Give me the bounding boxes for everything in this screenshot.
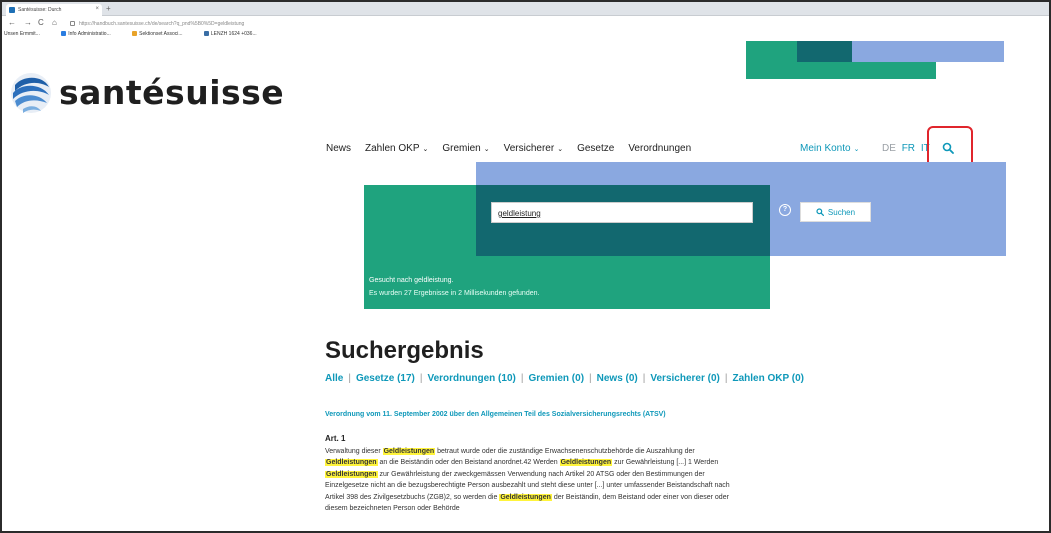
close-tab-icon[interactable]: ×	[95, 6, 99, 12]
result-title-link[interactable]: Verordnung vom 11. September 2002 über d…	[325, 410, 745, 419]
search-query-text: geldleistung	[498, 209, 541, 218]
filter-alle[interactable]: Alle	[325, 373, 343, 384]
account-menu[interactable]: Mein Konto ⌄	[800, 143, 859, 154]
site-logo[interactable]: santésuisse	[9, 69, 284, 115]
main-navigation: News Zahlen OKP ⌄ Gremien ⌄ Versicherer ⌄ G…	[326, 143, 705, 154]
nav-item-gesetze[interactable]: Gesetze	[577, 143, 614, 154]
bookmark-item[interactable]: Info Administratio...	[61, 31, 121, 37]
bookmark-item[interactable]: Sektionset Associ...	[132, 31, 192, 37]
page-title: Suchergebnis	[325, 337, 484, 364]
url-text: https://handbuch.santesuisse.ch/de/searc…	[79, 21, 245, 27]
url-field[interactable]: https://handbuch.santesuisse.ch/de/searc…	[70, 18, 770, 29]
lang-de[interactable]: DE	[882, 143, 896, 154]
search-status-query: Gesucht nach geldleistung.	[369, 277, 454, 284]
bookmark-icon	[61, 31, 67, 36]
chevron-down-icon: ⌄	[422, 146, 429, 153]
search-input[interactable]: geldleistung	[491, 202, 753, 223]
nav-item-zahlen-okp[interactable]: Zahlen OKP ⌄	[365, 143, 428, 154]
new-tab-button[interactable]: +	[106, 4, 111, 13]
decorative-block-blue	[852, 41, 1004, 62]
filter-verordnungen[interactable]: Verordnungen (10)	[427, 373, 515, 384]
chevron-down-icon: ⌄	[853, 146, 860, 153]
filter-gesetze[interactable]: Gesetze (17)	[356, 373, 415, 384]
bookmarks-bar: Unsen Ermmit... Info Administratio... Se…	[2, 31, 1049, 41]
highlight-term: Geldleistungen	[325, 470, 378, 478]
filter-news[interactable]: News (0)	[597, 373, 638, 384]
search-button-label: Suchen	[827, 207, 856, 217]
decorative-block-dark	[797, 41, 852, 62]
bookmark-item[interactable]: LENZH 1624 +036...	[203, 31, 267, 37]
back-icon[interactable]: ←	[8, 18, 16, 27]
search-button[interactable]: Suchen	[800, 202, 871, 222]
forward-icon[interactable]: →	[24, 18, 32, 27]
lock-icon	[70, 21, 75, 26]
search-icon[interactable]	[942, 142, 954, 154]
lang-fr[interactable]: FR	[902, 143, 915, 154]
result-article: Art. 1	[325, 434, 346, 443]
bookmark-icon	[203, 31, 209, 36]
search-status-count: Es wurden 27 Ergebnisse in 2 Millisekund…	[369, 290, 540, 297]
result-filters: Alle | Gesetze (17) | Verordnungen (10) | Grem…	[325, 373, 804, 384]
bookmark-icon	[132, 31, 138, 36]
logo-swirl-icon	[11, 73, 51, 113]
favicon-icon	[9, 7, 15, 13]
tab-bar: Santésuisse: Durch × +	[2, 2, 1049, 16]
bookmark-item[interactable]: Unsen Ermmit...	[4, 31, 50, 37]
logo-text: santésuisse	[59, 72, 285, 112]
result-excerpt: Verwaltung dieser Geldleistungen betraut…	[325, 448, 730, 513]
highlight-term: Geldleistungen	[499, 493, 552, 501]
browser-tab[interactable]: Santésuisse: Durch ×	[6, 4, 102, 16]
nav-item-news[interactable]: News	[326, 143, 351, 154]
filter-gremien[interactable]: Gremien (0)	[528, 373, 584, 384]
highlight-term: Geldleistungen	[325, 459, 378, 467]
nav-item-gremien[interactable]: Gremien ⌄	[442, 143, 489, 154]
highlight-term: Geldleistungen	[559, 459, 613, 467]
filter-versicherer[interactable]: Versicherer (0)	[650, 373, 720, 384]
tab-title: Santésuisse: Durch	[18, 7, 62, 13]
language-switcher: DE FR IT	[882, 143, 933, 154]
chevron-down-icon: ⌄	[557, 146, 564, 153]
nav-item-verordnungen[interactable]: Verordnungen	[628, 143, 691, 154]
filter-zahlen-okp[interactable]: Zahlen OKP (0)	[732, 373, 804, 384]
chevron-down-icon: ⌄	[483, 146, 490, 153]
nav-item-versicherer[interactable]: Versicherer ⌄	[504, 143, 563, 154]
search-icon	[816, 208, 824, 216]
reload-icon[interactable]: C	[38, 18, 44, 27]
highlight-term: Geldleistungen	[382, 448, 436, 455]
browser-window: Santésuisse: Durch × + ← → C ⌂ https://h…	[0, 0, 1051, 533]
address-bar-row: ← → C ⌂ https://handbuch.santesuisse.ch/…	[2, 16, 1049, 31]
help-icon[interactable]: ?	[779, 204, 791, 216]
home-icon[interactable]: ⌂	[52, 18, 57, 27]
